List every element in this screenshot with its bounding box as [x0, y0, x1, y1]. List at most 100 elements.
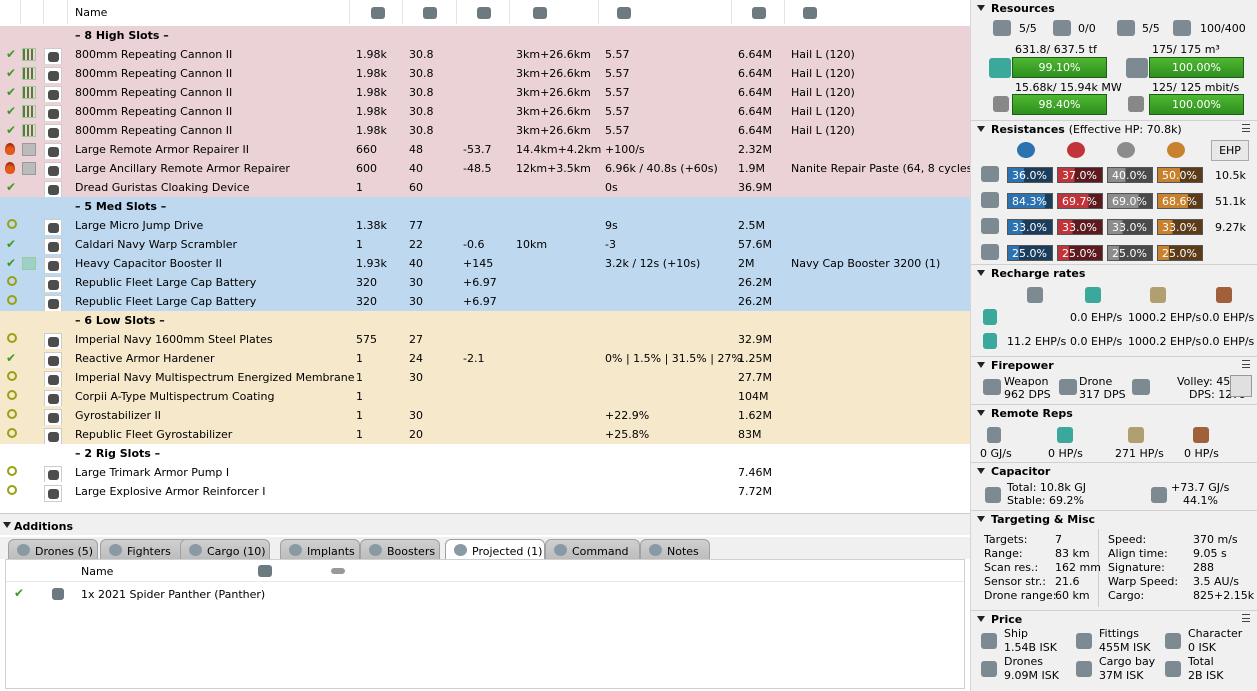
range-column-icon[interactable] [533, 6, 547, 19]
tab-implant[interactable]: Implants [280, 539, 360, 559]
name-column-header[interactable]: Name [75, 6, 107, 19]
tab-notes[interactable]: Notes [640, 539, 710, 559]
active-state-icon[interactable]: ✔ [6, 48, 16, 61]
module-row[interactable]: Gyrostabilizer II 1 30 +22.9% 1.62M [0, 406, 970, 426]
active-state-icon[interactable]: ✔ [6, 86, 16, 99]
cpu-value: 1.98k [356, 86, 387, 99]
gyrostabilizer-icon [44, 428, 62, 445]
command-icon [554, 544, 567, 556]
module-row[interactable]: ✔ 800mm Repeating Cannon II 1.98k 30.8 3km+2… [0, 83, 970, 103]
tab-command[interactable]: Command [545, 539, 640, 559]
collapse-arrow-icon[interactable] [3, 522, 11, 528]
price-value: 2.32M [738, 143, 772, 156]
tab-projected[interactable]: Projected (1) [445, 539, 545, 559]
recharge-title[interactable]: Recharge rates [977, 267, 1085, 280]
remote-reps-title[interactable]: Remote Reps [977, 407, 1073, 420]
range-value: 14.4km+4.2km [516, 143, 602, 156]
additions-header[interactable]: Additions [0, 513, 970, 535]
online-state-icon[interactable] [7, 295, 17, 305]
overheat-state-icon[interactable] [5, 162, 15, 174]
tab-fighter[interactable]: Fighters [100, 539, 190, 559]
active-state-icon[interactable]: ✔ [6, 352, 16, 365]
active-state-icon[interactable]: ✔ [6, 181, 16, 194]
cycle-column-icon[interactable] [617, 6, 631, 19]
online-state-icon[interactable] [7, 390, 17, 400]
ammo-column-icon[interactable] [803, 6, 817, 19]
price-value: 6.64M [738, 86, 772, 99]
module-row[interactable]: Republic Fleet Large Cap Battery 320 30 +6.… [0, 273, 970, 293]
online-state-icon[interactable] [7, 333, 17, 343]
price-value: 104M [738, 390, 769, 403]
reinforced-shield-rate: 0.0 EHP/s [1070, 311, 1123, 324]
active-state-icon[interactable]: ✔ [6, 105, 16, 118]
price-menu-icon[interactable] [1242, 614, 1250, 622]
online-state-icon[interactable] [7, 371, 17, 381]
resistances-menu-icon[interactable] [1242, 124, 1250, 132]
targeting-title[interactable]: Targeting & Misc [977, 513, 1095, 526]
overheat-state-icon[interactable] [5, 143, 15, 155]
fitting-table-header: Name [0, 0, 970, 26]
online-state-icon[interactable] [7, 276, 17, 286]
tab-booster[interactable]: Boosters [360, 539, 440, 559]
price-column-icon[interactable] [752, 6, 766, 19]
module-row[interactable]: Large Trimark Armor Pump I 7.46M [0, 463, 970, 483]
module-row[interactable]: ✔ 800mm Repeating Cannon II 1.98k 30.8 3km+2… [0, 102, 970, 122]
powergrid-value: 30 [409, 276, 423, 289]
module-row[interactable]: Imperial Navy Multispectrum Energized Me… [0, 368, 970, 388]
online-state-icon[interactable] [7, 428, 17, 438]
membrane-icon [44, 371, 62, 388]
online-state-icon[interactable] [7, 466, 17, 476]
price-title[interactable]: Price [977, 613, 1022, 626]
active-state-icon[interactable]: ✔ [6, 124, 16, 137]
module-row[interactable]: Republic Fleet Gyrostabilizer 1 20 +25.8% 83… [0, 425, 970, 445]
module-row[interactable]: Republic Fleet Large Cap Battery 320 30 +6.… [0, 292, 970, 312]
module-row[interactable]: ✔ 800mm Repeating Cannon II 1.98k 30.8 3km+2… [0, 64, 970, 84]
online-state-icon[interactable] [7, 219, 17, 229]
module-name: Corpii A-Type Multispectrum Coating [75, 390, 275, 403]
targeting-section: Targeting & Misc Targets: 7 Range: 83 km Sca… [971, 510, 1257, 610]
resources-section: Resources 5/5 0/0 5/5 100/400 631.8/ 637… [971, 0, 1257, 120]
module-row[interactable]: ✔ Caldari Navy Warp Scrambler 1 22 -0.6 10km -… [0, 235, 970, 255]
ammo-graph-button[interactable] [1230, 375, 1252, 397]
module-row[interactable]: Imperial Navy 1600mm Steel Plates 575 27 32… [0, 330, 970, 350]
active-state-icon[interactable]: ✔ [14, 586, 24, 600]
ehp-toggle-button[interactable]: EHP [1211, 140, 1249, 161]
tab-drone[interactable]: Drones (5) [8, 539, 98, 559]
module-row[interactable]: Corpii A-Type Multispectrum Coating 1 104M [0, 387, 970, 407]
targeting-value: 21.6 [1055, 575, 1080, 588]
capacitor-delta: +73.7 GJ/s [1171, 481, 1230, 494]
armor-repair-icon [1150, 287, 1166, 303]
cpu-column-icon[interactable] [371, 6, 385, 19]
module-row[interactable]: Large Ancillary Remote Armor Repairer 600… [0, 159, 970, 179]
capacitor-title[interactable]: Capacitor [977, 465, 1050, 478]
module-row[interactable]: Large Remote Armor Repairer II 660 48 -53.7… [0, 140, 970, 160]
module-row[interactable]: ✔ Reactive Armor Hardener 1 24 -2.1 0% | 1.5%… [0, 349, 970, 369]
online-state-icon[interactable] [7, 485, 17, 495]
cap-usage-column-icon[interactable] [477, 6, 491, 19]
cpu-value: 1 [356, 409, 363, 422]
resistances-title[interactable]: Resistances (Effective HP: 70.8k) [977, 123, 1182, 136]
module-row[interactable]: ✔ 800mm Repeating Cannon II 1.98k 30.8 3km+2… [0, 45, 970, 65]
firepower-menu-icon[interactable] [1242, 360, 1250, 368]
cap-usage-value: +6.97 [463, 295, 497, 308]
module-row[interactable]: ✔ Dread Guristas Cloaking Device 1 60 0s 36.9… [0, 178, 970, 198]
kinetic-damage-icon [1117, 142, 1135, 158]
active-state-icon[interactable]: ✔ [6, 238, 16, 251]
module-name: Large Remote Armor Repairer II [75, 143, 249, 156]
active-state-icon[interactable]: ✔ [6, 257, 16, 270]
module-row[interactable]: Large Explosive Armor Reinforcer I 7.72M [0, 482, 970, 502]
module-row[interactable]: Large Micro Jump Drive 1.38k 77 9s 2.5M [0, 216, 970, 236]
tab-cargo[interactable]: Cargo (10) [180, 539, 270, 559]
projected-row[interactable]: ✔ 1x 2021 Spider Panther (Panther) [6, 584, 964, 603]
column-divider [784, 0, 785, 24]
projected-name: 1x 2021 Spider Panther (Panther) [81, 588, 266, 601]
powergrid-value: 77 [409, 219, 423, 232]
active-state-icon[interactable]: ✔ [6, 67, 16, 80]
powergrid-column-icon[interactable] [423, 6, 437, 19]
module-row[interactable]: ✔ 800mm Repeating Cannon II 1.98k 30.8 3km+2… [0, 121, 970, 141]
firepower-title[interactable]: Firepower [977, 359, 1054, 372]
resources-title[interactable]: Resources [977, 2, 1055, 15]
module-row[interactable]: ✔ Heavy Capacitor Booster II 1.93k 40 +145 3.… [0, 254, 970, 274]
name-column-header[interactable]: Name [81, 565, 113, 578]
online-state-icon[interactable] [7, 409, 17, 419]
